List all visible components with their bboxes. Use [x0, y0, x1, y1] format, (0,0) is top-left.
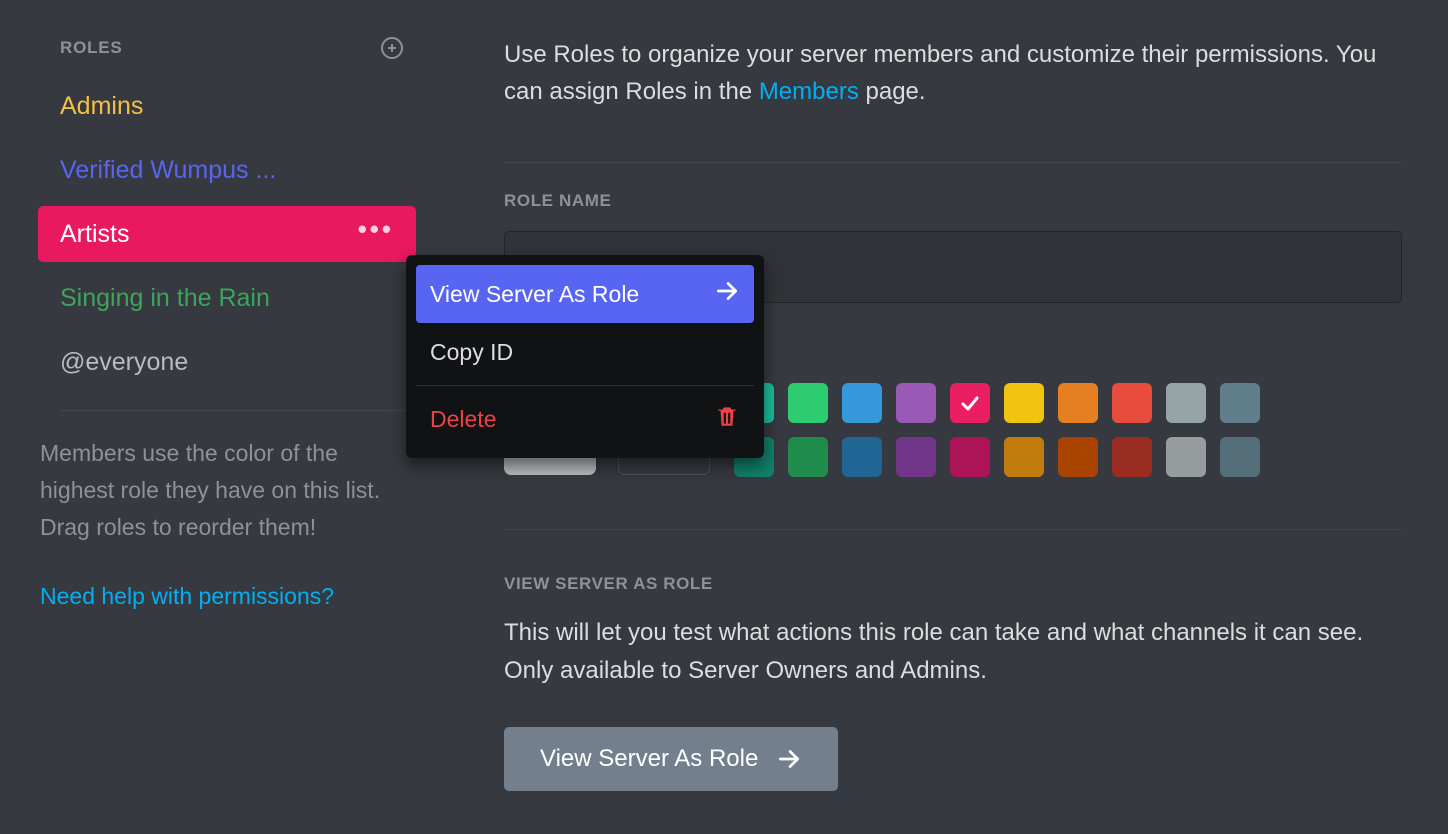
role-item-label: Artists [60, 220, 129, 249]
color-swatch-grid [734, 383, 1260, 477]
permissions-help-link[interactable]: Need help with permissions? [38, 583, 416, 610]
trash-icon [714, 403, 740, 435]
intro-pre: Use Roles to organize your server member… [504, 41, 1376, 105]
role-item-label: @everyone [60, 348, 188, 377]
color-swatch[interactable] [1220, 437, 1260, 477]
role-item-label: Verified Wumpus ... [60, 156, 276, 185]
color-swatch[interactable] [842, 383, 882, 423]
role-context-menu: View Server As Role Copy ID Delete [406, 255, 764, 458]
view-server-as-role-button[interactable]: View Server As Role [504, 727, 838, 791]
color-swatch[interactable] [788, 383, 828, 423]
members-link[interactable]: Members [759, 78, 859, 105]
intro-text: Use Roles to organize your server member… [504, 36, 1402, 110]
role-name-label: ROLE NAME [504, 191, 1402, 211]
context-separator [416, 385, 754, 386]
roles-sidebar: ROLES Admins•••Verified Wumpus ...•••Art… [0, 0, 428, 834]
color-swatch[interactable] [1112, 383, 1152, 423]
role-item-label: Admins [60, 92, 143, 121]
context-item-label: Delete [430, 406, 496, 433]
view-server-description: This will let you test what actions this… [504, 614, 1402, 688]
role-item[interactable]: Admins••• [38, 78, 416, 134]
context-item-label: View Server As Role [430, 281, 639, 308]
color-swatch[interactable] [950, 437, 990, 477]
view-button-label: View Server As Role [540, 745, 758, 773]
color-swatch[interactable] [1004, 383, 1044, 423]
role-list: Admins••• Verified Wumpus ...••• Artists ••… [38, 78, 416, 390]
color-swatch[interactable] [950, 383, 990, 423]
role-item-label: Singing in the Rain [60, 284, 270, 313]
context-item[interactable]: Delete [416, 390, 754, 448]
role-item[interactable]: Singing in the Rain••• [38, 270, 416, 326]
sidebar-divider [60, 410, 416, 411]
color-swatch[interactable] [1058, 437, 1098, 477]
role-more-icon[interactable]: ••• [358, 229, 394, 239]
context-item[interactable]: View Server As Role [416, 265, 754, 323]
role-item[interactable]: @everyone••• [38, 334, 416, 390]
color-swatch[interactable] [896, 383, 936, 423]
color-swatch[interactable] [1058, 383, 1098, 423]
content-divider [504, 162, 1402, 163]
sidebar-note: Members use the color of the highest rol… [38, 435, 416, 545]
role-item[interactable]: Artists ••• [38, 206, 416, 262]
color-swatch[interactable] [788, 437, 828, 477]
color-swatch[interactable] [1166, 383, 1206, 423]
arrow-right-icon [714, 278, 740, 310]
intro-post: page. [859, 78, 926, 105]
role-item[interactable]: Verified Wumpus ...••• [38, 142, 416, 198]
color-swatch[interactable] [1112, 437, 1152, 477]
sidebar-title: ROLES [60, 38, 123, 58]
context-item[interactable]: Copy ID [416, 323, 754, 381]
color-swatch[interactable] [1166, 437, 1206, 477]
view-server-label: VIEW SERVER AS ROLE [504, 574, 1402, 594]
add-role-icon[interactable] [380, 36, 404, 60]
context-item-label: Copy ID [430, 339, 513, 366]
color-swatch[interactable] [1004, 437, 1044, 477]
content-divider-2 [504, 529, 1402, 530]
color-swatch[interactable] [1220, 383, 1260, 423]
color-swatch[interactable] [896, 437, 936, 477]
color-swatch[interactable] [842, 437, 882, 477]
